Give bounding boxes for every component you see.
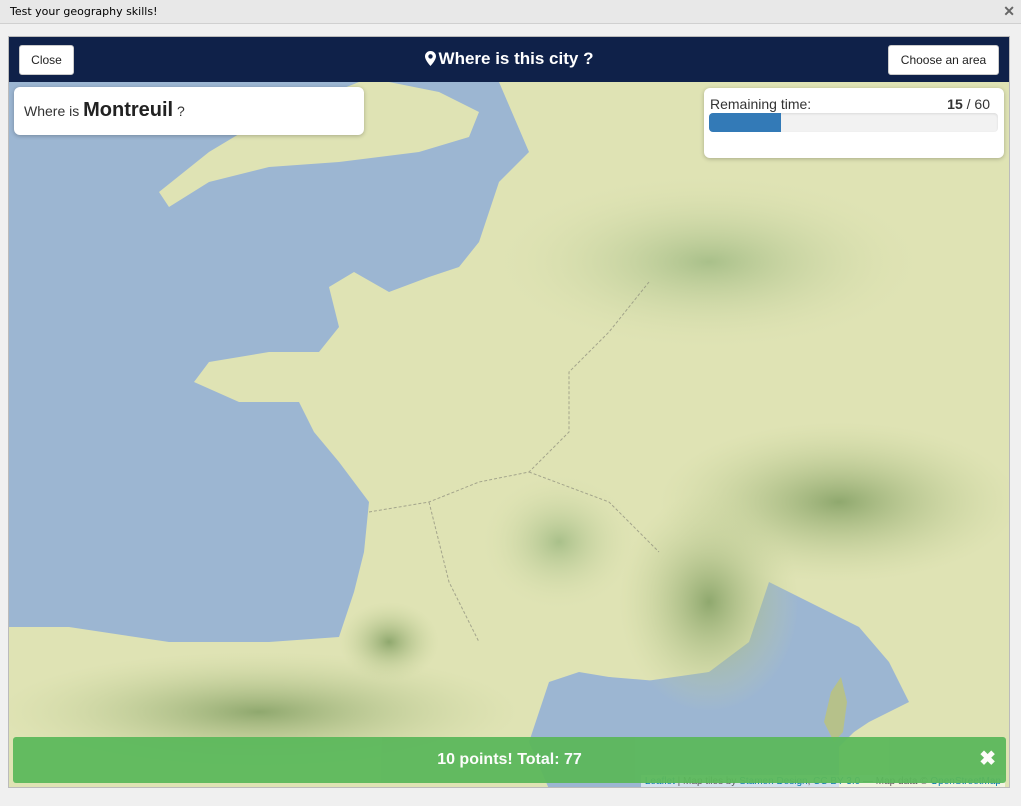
question-suffix: ?: [177, 103, 185, 119]
question-panel: Where is Montreuil ?: [14, 87, 364, 135]
map-canvas[interactable]: Leaflet | Map tiles by Stamen Design, CC…: [9, 82, 1009, 787]
map-marker-icon: [424, 51, 436, 66]
timer-total: 60: [974, 96, 990, 112]
timer-panel: Remaining time: 15 / 60: [704, 88, 1004, 158]
quiz-header: Close Where is this city ? Choose an are…: [9, 37, 1009, 82]
timer-label: Remaining time:: [710, 96, 812, 112]
timer-progress-bar: [709, 113, 998, 132]
window-title: Test your geography skills!: [10, 5, 158, 18]
timer-separator: /: [966, 96, 971, 112]
map-tiles: [9, 82, 1009, 787]
page-title: Where is this city ?: [9, 49, 1009, 69]
score-message: 10 points! Total: 77: [437, 751, 582, 768]
page-title-text: Where is this city ?: [438, 49, 594, 68]
timer-current: 15: [947, 96, 963, 112]
city-name: Montreuil: [83, 99, 174, 121]
window-titlebar: Test your geography skills! ✕: [0, 0, 1021, 24]
choose-area-button[interactable]: Choose an area: [888, 45, 999, 75]
score-alert: 10 points! Total: 77 ✖: [13, 737, 1006, 783]
question-prefix: Where is: [24, 103, 80, 119]
close-icon[interactable]: ✖: [979, 737, 996, 782]
timer-progress-fill: [709, 113, 782, 132]
timer-value: 15 / 60: [947, 96, 990, 112]
quiz-frame: Close Where is this city ? Choose an are…: [8, 36, 1010, 788]
window-close-icon[interactable]: ✕: [1003, 3, 1015, 20]
